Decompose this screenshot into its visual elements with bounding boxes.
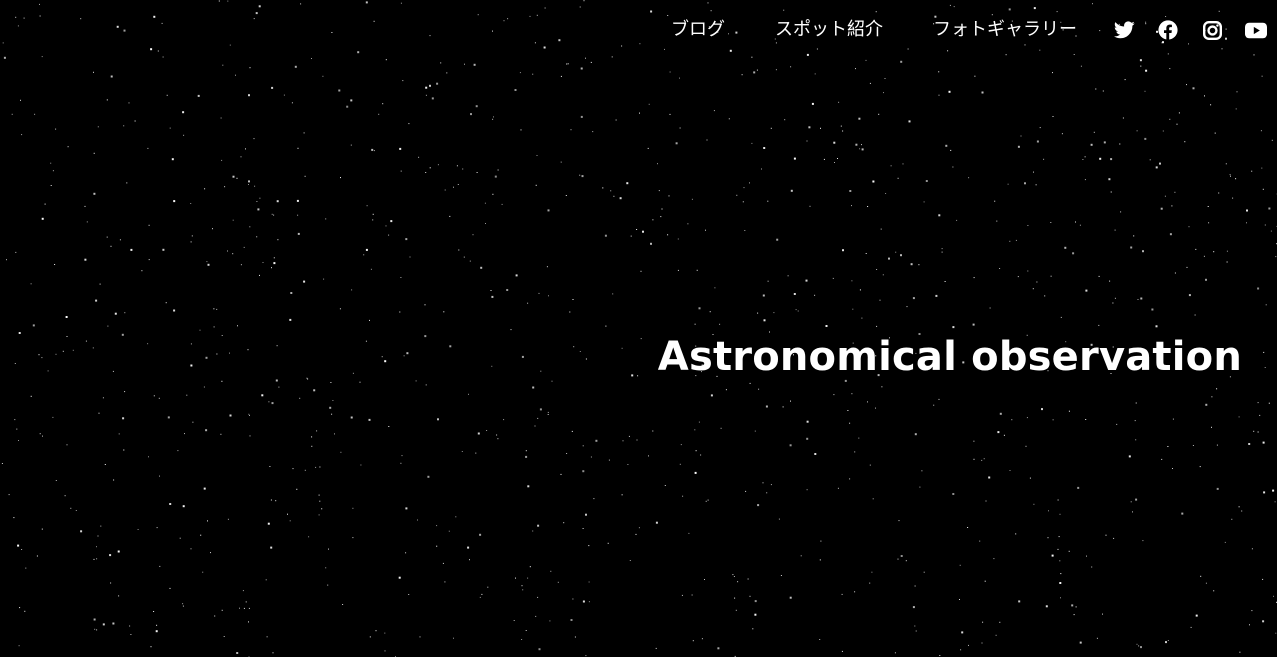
starfield-background [1, 0, 1277, 657]
nav-link-blog[interactable]: ブログ [671, 16, 725, 44]
social-links [1113, 19, 1267, 41]
page: ブログ スポット紹介 フォトギャラリー Astronomical observa… [0, 0, 1277, 657]
twitter-icon[interactable] [1113, 19, 1135, 41]
header-nav: ブログ スポット紹介 フォトギャラリー [671, 16, 1267, 44]
hero-title: Astronomical observation [657, 334, 1242, 380]
nav-link-photo-gallery[interactable]: フォトギャラリー [933, 16, 1077, 44]
youtube-icon[interactable] [1245, 19, 1267, 41]
nav-link-spots[interactable]: スポット紹介 [775, 16, 883, 44]
facebook-icon[interactable] [1157, 19, 1179, 41]
instagram-icon[interactable] [1201, 19, 1223, 41]
